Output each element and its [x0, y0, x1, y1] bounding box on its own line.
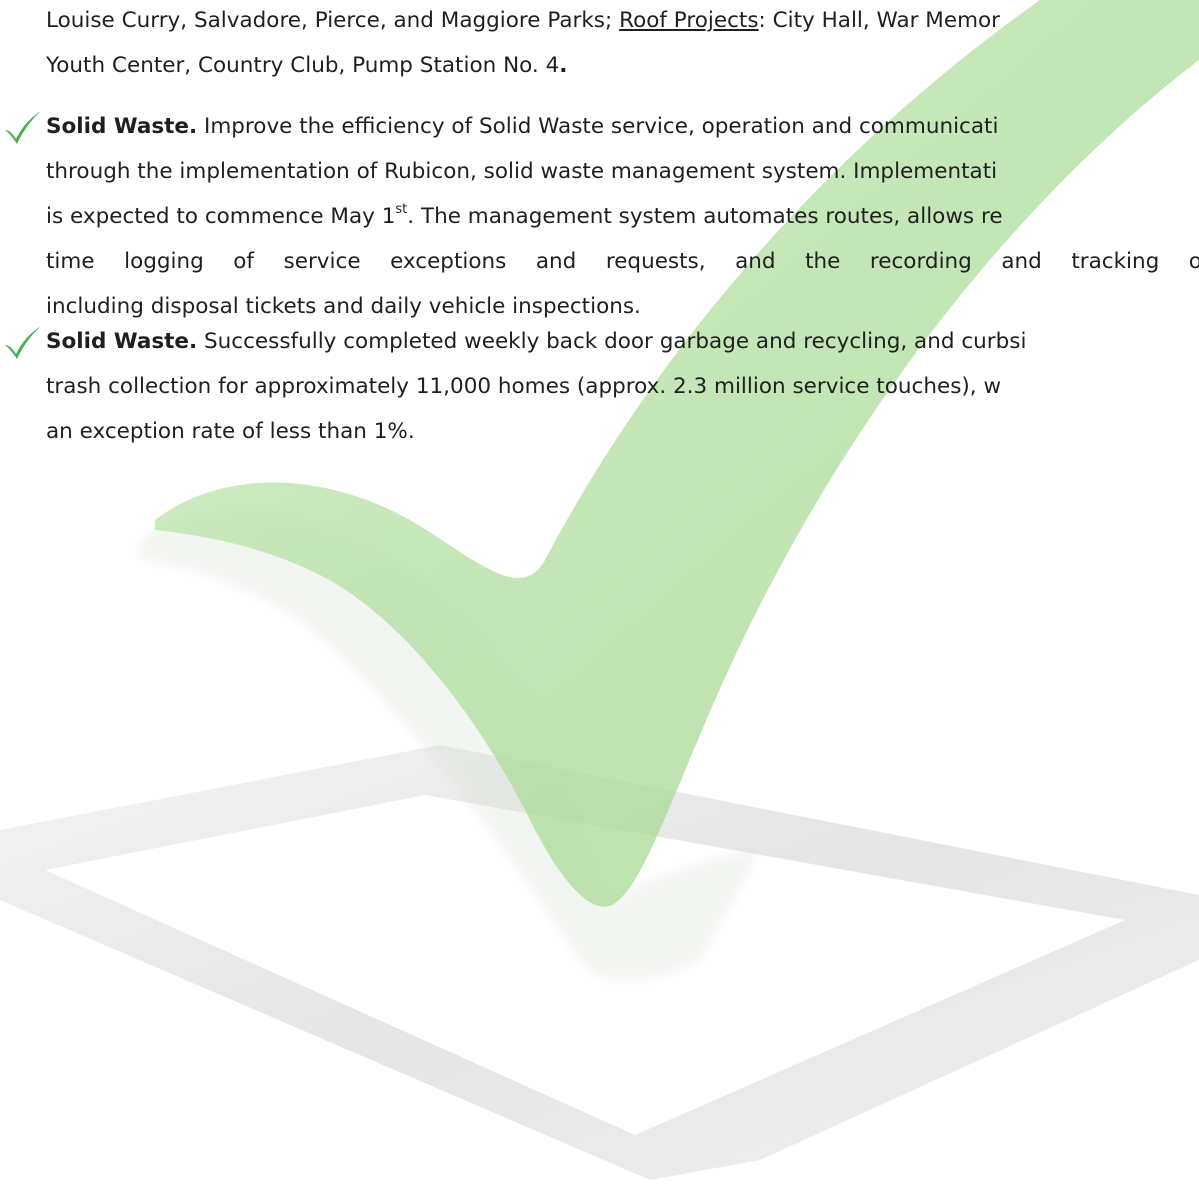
item1-line-4-word: exceptions — [390, 249, 507, 274]
item1-heading: Solid Waste. — [46, 114, 198, 139]
item2-text-1: Successfully completed weekly back door … — [197, 329, 1027, 354]
item1-text-1: Improve the efficiency of Solid Waste se… — [197, 114, 999, 139]
item2-line-2: trash collection for approximately 11,00… — [46, 369, 1001, 405]
item1-text-3a: is expected to commence May 1 — [46, 204, 396, 229]
item1-line-4-word: service — [283, 249, 361, 274]
item1-line-5: including disposal tickets and daily veh… — [46, 289, 641, 325]
item2-text-3: an exception rate of less than 1%. — [46, 419, 415, 444]
item1-line-4-word: and — [535, 249, 577, 274]
intro-text: Louise Curry, Salvadore, Pierce, and Mag… — [46, 8, 620, 33]
item1-line-3: is expected to commence May 1st. The man… — [46, 199, 1003, 235]
item2-line-3: an exception rate of less than 1%. — [46, 414, 415, 450]
item1-line-4-word: and — [1001, 249, 1042, 274]
item1-text-3b: . The management system automates routes… — [407, 204, 1003, 229]
item1-text-2: through the implementation of Rubicon, s… — [46, 159, 998, 184]
item1-text-5: including disposal tickets and daily veh… — [46, 294, 641, 319]
item1-line-4-word: of — [233, 249, 255, 274]
item1-line-4-word: logging — [124, 249, 204, 274]
intro-text-2: Youth Center, Country Club, Pump Station… — [46, 53, 560, 78]
item1-line-4: time logging of service exceptions and request… — [46, 244, 1199, 280]
intro-line-2: Youth Center, Country Club, Pump Station… — [46, 48, 567, 84]
checkmark-icon — [5, 111, 41, 144]
item1-line-4-word: and — [735, 249, 776, 274]
checkmark-icon — [5, 326, 41, 359]
intro-line-1: Louise Curry, Salvadore, Pierce, and Mag… — [46, 3, 1000, 39]
item2-heading: Solid Waste. — [46, 329, 198, 354]
intro-period: . — [559, 53, 568, 78]
roof-projects-label: Roof Projects — [619, 8, 759, 33]
intro-text-rest: : City Hall, War Memor — [758, 8, 1001, 33]
item1-line-4-word: tracking — [1071, 249, 1160, 274]
item1-line-2: through the implementation of Rubicon, s… — [46, 154, 997, 190]
item1-line-1: Solid Waste. Improve the efficiency of S… — [46, 109, 998, 145]
item1-line-4-word: requests, — [605, 249, 706, 274]
item1-line-4-word: of — [1188, 249, 1199, 274]
item1-line-4-word: time — [46, 249, 95, 274]
item1-line-4-word: the — [805, 249, 841, 274]
item2-text-2: trash collection for approximately 11,00… — [46, 374, 1002, 399]
item1-line-4-word: recording — [869, 249, 972, 274]
ordinal-suffix: st — [395, 201, 408, 217]
document-page: Louise Curry, Salvadore, Pierce, and Mag… — [0, 0, 1199, 1184]
item2-line-1: Solid Waste. Successfully completed week… — [46, 324, 1026, 360]
